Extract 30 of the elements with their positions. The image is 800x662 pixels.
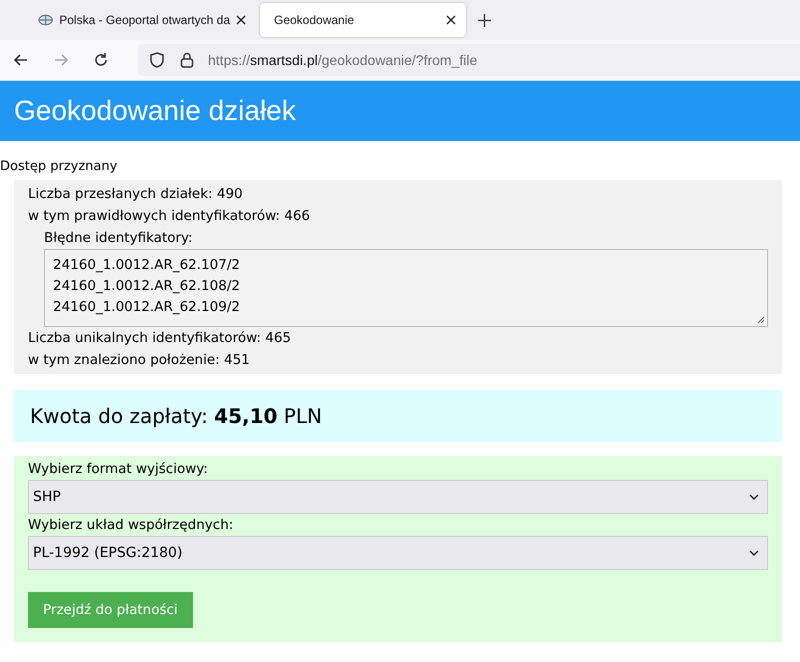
new-tab-icon[interactable] xyxy=(478,14,491,26)
summary-line: Liczba unikalnych identyfikatorów: 465 xyxy=(28,329,292,348)
summary-line: w tym prawidłowych identyfikatorów: 466 xyxy=(28,207,312,226)
globe-icon xyxy=(38,14,54,26)
dropdown-select[interactable]: PL-1992 (EPSG:2180) xyxy=(28,536,768,570)
dropdown-select[interactable]: SHP xyxy=(28,480,768,514)
invalid-id: 24160_1.0012.AR_62.107/2 xyxy=(53,256,241,274)
close-icon[interactable] xyxy=(446,15,456,25)
browser-tab[interactable]: Polska - Geoportal otwartych da xyxy=(24,3,256,37)
invalid-ids-textarea[interactable]: 24160_1.0012.AR_62.107/2 24160_1.0012.AR_62.108/2 24160_1.0012.AR_62.109/2 xyxy=(44,249,768,327)
shield-icon[interactable] xyxy=(148,51,166,69)
invalid-ids-label: Błędne identyfikatory: xyxy=(43,229,194,248)
chevron-down-icon xyxy=(749,493,759,501)
field-label: Wybierz układ współrzędnych: xyxy=(28,516,234,535)
invalid-id: 24160_1.0012.AR_62.108/2 xyxy=(53,276,241,296)
lock-icon[interactable] xyxy=(178,51,196,69)
status-text: Dostęp przyznany xyxy=(0,159,118,174)
chevron-down-icon xyxy=(749,549,759,557)
page-header: Geokodowanie działek xyxy=(0,81,800,141)
summary-line: Liczba przesłanych działek: 490 xyxy=(28,185,244,204)
reload-icon[interactable] xyxy=(92,51,110,69)
browser-tab[interactable]: Geokodowanie xyxy=(260,3,466,37)
field-label: Wybierz format wyjściowy: xyxy=(28,460,209,479)
url-text: https://smartsdi.pl/geokodowanie/?from_file xyxy=(208,52,478,68)
address-bar[interactable]: https://smartsdi.pl/geokodowanie/?from_file xyxy=(138,44,800,76)
close-icon[interactable] xyxy=(236,15,246,25)
summary-line: w tym znaleziono położenie: 451 xyxy=(28,351,251,370)
invalid-id: 24160_1.0012.AR_62.109/2 xyxy=(53,298,241,316)
resize-grip-icon[interactable] xyxy=(755,314,765,324)
amount-text: Kwota do zapłaty: 45,10 PLN xyxy=(30,404,322,428)
